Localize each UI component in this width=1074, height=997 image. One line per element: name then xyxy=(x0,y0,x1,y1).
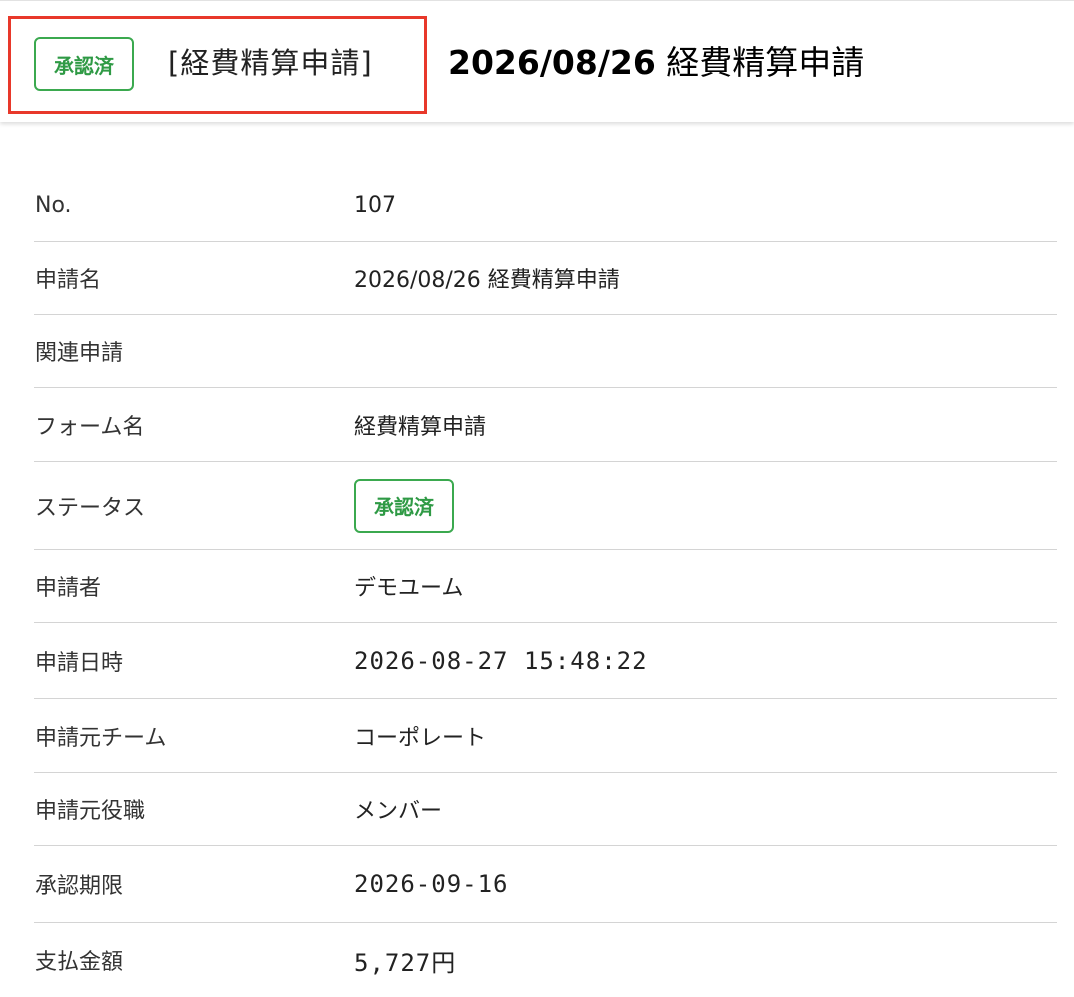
status-badge: 承認済 xyxy=(354,478,454,533)
detail-label: 申請名 xyxy=(35,268,102,293)
detail-row-application-name: 申請名 2026/08/26 経費精算申請 xyxy=(34,242,1057,315)
detail-row-team: 申請元チーム コーポレート xyxy=(34,699,1057,773)
detail-row-amount: 支払金額 5,727円 xyxy=(34,923,1057,997)
detail-row-related-application: 関連申請 xyxy=(34,315,1057,388)
detail-row-role: 申請元役職 メンバー xyxy=(34,773,1057,846)
page-title-name: 経費精算申請 xyxy=(666,43,865,82)
detail-label: 支払金額 xyxy=(35,950,124,975)
detail-row-status: ステータス 承認済 xyxy=(34,462,1057,550)
team-value: コーポレート xyxy=(354,725,487,751)
detail-label: ステータス xyxy=(35,495,146,521)
application-number: 107 xyxy=(354,193,396,218)
detail-label: 申請元チーム xyxy=(35,725,167,751)
detail-row-form-name: フォーム名 経費精算申請 xyxy=(34,388,1057,462)
applied-at-value: 2026-08-27 15:48:22 xyxy=(354,646,648,675)
detail-label: 関連申請 xyxy=(35,341,124,366)
detail-label: 承認期限 xyxy=(35,874,124,899)
page-title: 2026/08/26 経費精算申請 xyxy=(448,41,864,85)
detail-row-deadline: 承認期限 2026-09-16 xyxy=(34,846,1057,923)
detail-label: 申請元役職 xyxy=(35,799,146,824)
amount-value: 5,727円 xyxy=(354,948,457,977)
detail-row-no: No. 107 xyxy=(34,170,1057,242)
detail-label: No. xyxy=(35,193,72,218)
page-title-date: 2026/08/26 xyxy=(448,43,656,82)
deadline-value: 2026-09-16 xyxy=(354,870,509,898)
role-value: メンバー xyxy=(354,799,443,824)
detail-row-applicant: 申請者 デモユーム xyxy=(34,550,1057,623)
applicant-value: デモユーム xyxy=(354,576,464,601)
form-name-value: 経費精算申請 xyxy=(354,414,487,440)
detail-label: フォーム名 xyxy=(35,414,145,440)
detail-label: 申請日時 xyxy=(35,650,124,676)
detail-label: 申請者 xyxy=(35,576,102,601)
status-badge: 承認済 xyxy=(34,37,134,91)
application-name-value: 2026/08/26 経費精算申請 xyxy=(354,268,620,293)
detail-row-applied-at: 申請日時 2026-08-27 15:48:22 xyxy=(34,623,1057,699)
application-details-list: No. 107 申請名 2026/08/26 経費精算申請 関連申請 フォーム名… xyxy=(34,170,1057,997)
page-header: 承認済 [経費精算申請] 2026/08/26 経費精算申請 xyxy=(0,0,1074,122)
form-type-label: [経費精算申請] xyxy=(168,46,373,80)
